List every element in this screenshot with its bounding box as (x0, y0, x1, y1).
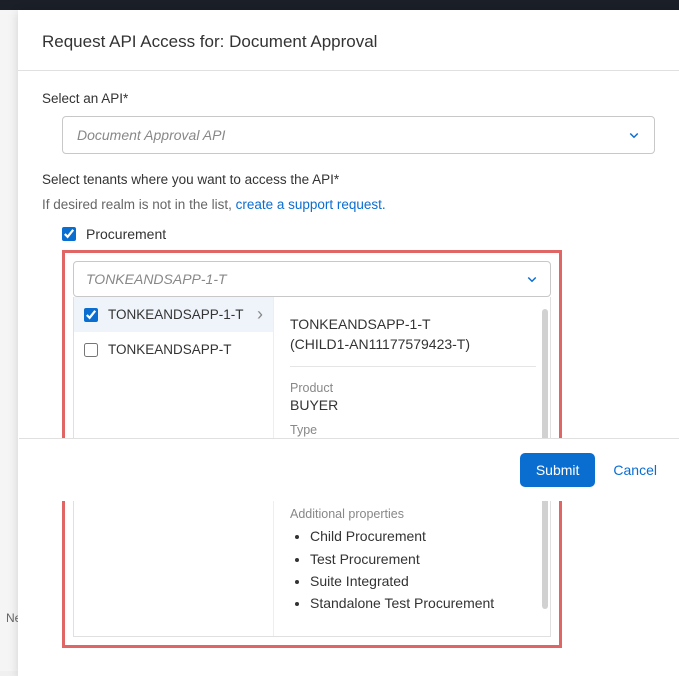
request-api-access-modal: Request API Access for: Document Approva… (18, 10, 679, 676)
tenant-option-2-checkbox[interactable] (84, 343, 98, 357)
additional-props-list: Child Procurement Test Procurement Suite… (290, 525, 536, 615)
submit-button[interactable]: Submit (520, 453, 596, 487)
tenant-option-1-checkbox[interactable] (84, 308, 98, 322)
type-label: Type (290, 423, 536, 437)
tenant-field-label: Select tenants where you want to access … (42, 172, 655, 187)
modal-body: Select an API* Document Approval API Sel… (18, 71, 679, 676)
tenant-option-1[interactable]: TONKEANDSAPP-1-T (74, 297, 273, 332)
modal-title: Request API Access for: Document Approva… (42, 32, 655, 52)
tenant-field-group: Select tenants where you want to access … (42, 172, 655, 648)
list-item: Test Procurement (310, 548, 536, 570)
list-item: Suite Integrated (310, 570, 536, 592)
additional-props-label: Additional properties (290, 507, 536, 521)
tenant-option-2[interactable]: TONKEANDSAPP-T (74, 332, 273, 367)
app-top-bar (0, 0, 679, 10)
cancel-button[interactable]: Cancel (613, 462, 657, 478)
api-field-label: Select an API* (42, 91, 655, 106)
tenant-hint: If desired realm is not in the list, cre… (42, 197, 655, 212)
list-item: Child Procurement (310, 525, 536, 547)
tenant-select[interactable]: TONKEANDSAPP-1-T (73, 261, 551, 297)
procurement-checkbox-row: Procurement (62, 226, 655, 242)
tenant-option-1-label: TONKEANDSAPP-1-T (108, 307, 244, 322)
list-item: Standalone Test Procurement (310, 592, 536, 614)
modal-header: Request API Access for: Document Approva… (18, 10, 679, 71)
api-select[interactable]: Document Approval API (62, 116, 655, 154)
api-field-group: Select an API* Document Approval API (42, 91, 655, 154)
product-label: Product (290, 381, 536, 395)
chevron-down-icon (628, 129, 640, 141)
tenant-detail-title-id: (CHILD1-AN11177579423-T) (290, 336, 470, 352)
chevron-down-icon (526, 273, 538, 285)
procurement-checkbox[interactable] (62, 227, 76, 241)
procurement-checkbox-label: Procurement (86, 226, 166, 242)
tenant-detail-title: TONKEANDSAPP-1-T (CHILD1-AN11177579423-T… (290, 315, 536, 354)
tenant-hint-text: If desired realm is not in the list, (42, 197, 236, 212)
tenant-detail-title-name: TONKEANDSAPP-1-T (290, 316, 431, 332)
create-support-request-link[interactable]: create a support request. (236, 197, 386, 212)
api-select-value: Document Approval API (77, 127, 628, 143)
tenant-option-2-label: TONKEANDSAPP-T (108, 342, 232, 357)
tenant-select-value: TONKEANDSAPP-1-T (86, 271, 526, 287)
modal-footer: Submit Cancel (19, 438, 679, 501)
product-value: BUYER (290, 397, 536, 413)
detail-divider (290, 366, 536, 367)
